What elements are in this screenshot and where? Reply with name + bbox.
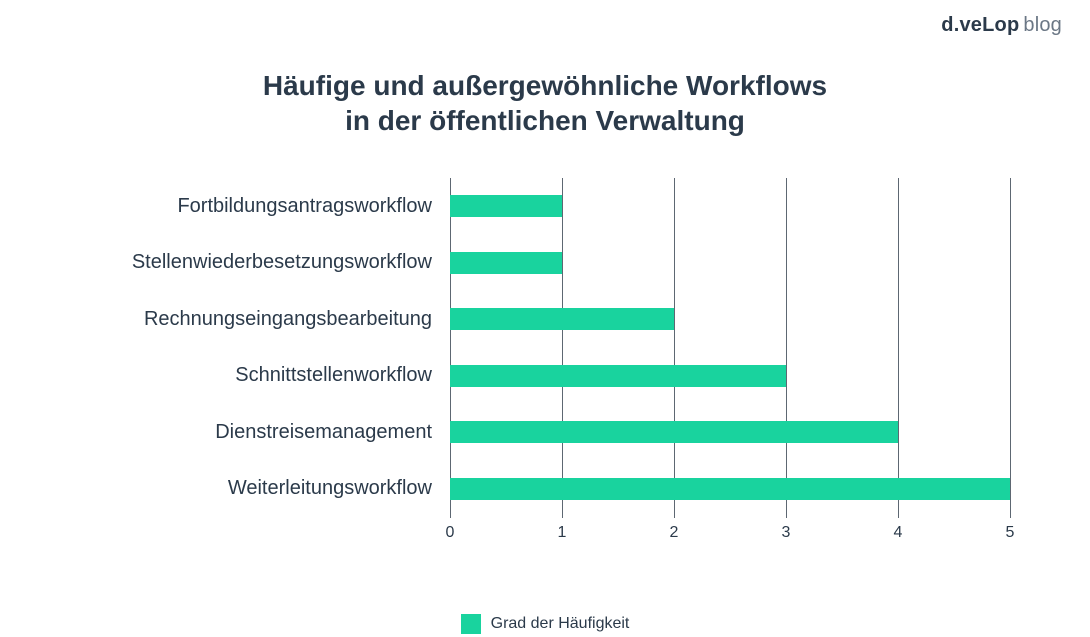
bar: [450, 478, 1010, 500]
legend-label: Grad der Häufigkeit: [491, 615, 630, 633]
bar-row: [450, 235, 1010, 292]
category-label: Stellenwiederbesetzungsworkflow: [80, 235, 450, 292]
x-tick-label: 5: [1006, 524, 1015, 542]
bar-row: [450, 291, 1010, 348]
title-line-2: in der öffentlichen Verwaltung: [30, 103, 1060, 138]
x-axis: 012345: [450, 524, 1010, 546]
page: d.veLopblog Häufige und außergewöhnliche…: [0, 0, 1090, 637]
y-axis-labels: FortbildungsantragsworkflowStellenwieder…: [80, 178, 450, 558]
x-tick-label: 4: [894, 524, 903, 542]
title-line-1: Häufige und außergewöhnliche Workflows: [30, 68, 1060, 103]
bar: [450, 308, 674, 330]
gridline: [1010, 178, 1011, 518]
x-tick-label: 1: [558, 524, 567, 542]
legend-swatch: [461, 614, 481, 634]
brand-light: blog: [1023, 14, 1062, 36]
chart-area: FortbildungsantragsworkflowStellenwieder…: [80, 178, 1010, 558]
category-label: Rechnungseingangsbearbeitung: [80, 291, 450, 348]
plot-area: 012345: [450, 178, 1010, 518]
bars-container: [450, 178, 1010, 518]
bar-row: [450, 178, 1010, 235]
x-tick-label: 2: [670, 524, 679, 542]
brand-bold: d.veLop: [941, 14, 1019, 36]
x-tick-label: 3: [782, 524, 791, 542]
category-label: Schnittstellenworkflow: [80, 348, 450, 405]
bar: [450, 421, 898, 443]
category-label: Fortbildungsantragsworkflow: [80, 178, 450, 235]
brand-logo: d.veLopblog: [941, 14, 1062, 37]
category-label: Dienstreisemanagement: [80, 404, 450, 461]
bar-row: [450, 348, 1010, 405]
bar: [450, 365, 786, 387]
x-tick-label: 0: [446, 524, 455, 542]
bar-row: [450, 461, 1010, 518]
chart-title: Häufige und außergewöhnliche Workflows i…: [30, 68, 1060, 138]
bar: [450, 252, 562, 274]
bar-row: [450, 404, 1010, 461]
legend: Grad der Häufigkeit: [30, 614, 1060, 634]
category-label: Weiterleitungsworkflow: [80, 461, 450, 518]
bar: [450, 195, 562, 217]
